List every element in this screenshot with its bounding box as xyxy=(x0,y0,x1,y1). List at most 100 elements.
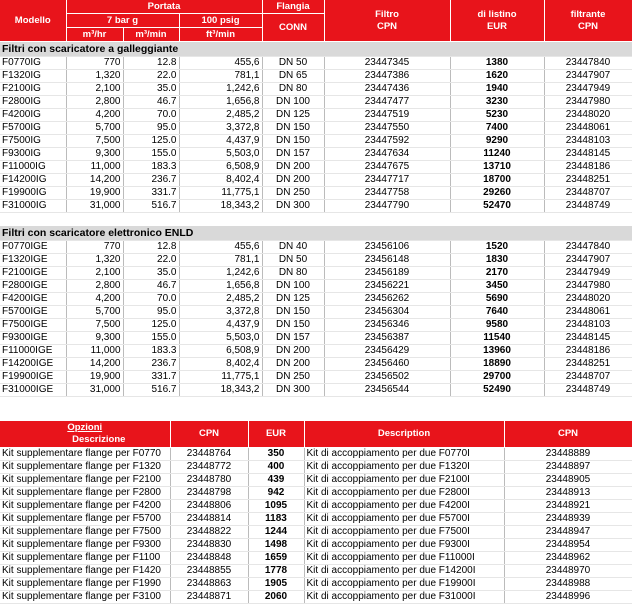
ft3min-cell: 4,437,9 xyxy=(179,134,263,148)
table-row: Kit supplementare flange per F2800 234487… xyxy=(0,486,632,500)
element-cpn-cell: 23448145 xyxy=(544,331,632,345)
model-cell: F5700IG xyxy=(0,121,67,135)
option-cpn-cell: 23448814 xyxy=(170,512,249,526)
table-row: F9300IG 9,300 155.0 5,503,0 DN 157 23447634 11… xyxy=(0,147,632,161)
table-row: Kit supplementare flange per F3100 234488… xyxy=(0,590,632,604)
ft3min-cell: 11,775,1 xyxy=(179,370,263,384)
descrizione-label: Descrizione xyxy=(72,434,126,445)
options-rows: Kit supplementare flange per F0770 234487… xyxy=(0,447,632,604)
m3hr-cell: 31,000 xyxy=(66,383,124,397)
option-cpn2-cell: 23448939 xyxy=(504,512,632,526)
model-cell: F19900IG xyxy=(0,186,67,200)
option-desc-cell: Kit supplementare flange per F0770 xyxy=(0,447,171,461)
col-modello: Modello xyxy=(0,0,67,42)
price-cell: 2170 xyxy=(450,266,545,280)
table-row: F14200IGE 14,200 236.7 8,402,4 DN 200 2345646… xyxy=(0,357,632,371)
option-description-cell: Kit di accoppiamento per due F5700I xyxy=(304,512,505,526)
col-portata: Portata xyxy=(66,0,263,14)
filter-cpn-cell: 23456502 xyxy=(324,370,451,384)
table-row: Kit supplementare flange per F4200 234488… xyxy=(0,499,632,513)
model-cell: F2800IG xyxy=(0,95,67,109)
price-cell: 5690 xyxy=(450,292,545,306)
m3hr-cell: 4,200 xyxy=(66,292,124,306)
price-cell: 1520 xyxy=(450,240,545,254)
table-row: F9300IGE 9,300 155.0 5,503,0 DN 157 23456387 1… xyxy=(0,331,632,345)
element-cpn-cell: 23448061 xyxy=(544,305,632,319)
option-cpn2-cell: 23448913 xyxy=(504,486,632,500)
flange-cell: DN 50 xyxy=(262,253,325,267)
price-cell: 5230 xyxy=(450,108,545,122)
option-desc-cell: Kit supplementare flange per F9300 xyxy=(0,538,171,552)
m3hr-cell: 7,500 xyxy=(66,134,124,148)
flange-cell: DN 150 xyxy=(262,121,325,135)
flange-cell: DN 150 xyxy=(262,134,325,148)
m3min-cell: 516.7 xyxy=(123,199,180,213)
table-row: Kit supplementare flange per F1320 234487… xyxy=(0,460,632,474)
flange-cell: DN 200 xyxy=(262,344,325,358)
flange-cell: DN 100 xyxy=(262,95,325,109)
option-cpn-cell: 23448822 xyxy=(170,525,249,539)
m3min-cell: 331.7 xyxy=(123,186,180,200)
option-eur-cell: 1183 xyxy=(248,512,305,526)
model-cell: F11000IG xyxy=(0,160,67,174)
flange-cell: DN 250 xyxy=(262,370,325,384)
m3hr-cell: 2,800 xyxy=(66,95,124,109)
filter-cpn-cell: 23456262 xyxy=(324,292,451,306)
filter-cpn-cell: 23447519 xyxy=(324,108,451,122)
m3min-cell: 125.0 xyxy=(123,318,180,332)
col-listino: di listino EUR xyxy=(450,0,545,42)
model-cell: F4200IGE xyxy=(0,292,67,306)
option-desc-cell: Kit supplementare flange per F1320 xyxy=(0,460,171,474)
filter-cpn-cell: 23447477 xyxy=(324,95,451,109)
option-cpn2-cell: 23448905 xyxy=(504,473,632,487)
option-desc-cell: Kit supplementare flange per F5700 xyxy=(0,512,171,526)
price-cell: 29700 xyxy=(450,370,545,384)
table-row: F5700IGE 5,700 95.0 3,372,8 DN 150 23456304 76… xyxy=(0,305,632,319)
filter-cpn-cell: 23456460 xyxy=(324,357,451,371)
option-eur-cell: 1905 xyxy=(248,577,305,591)
m3hr-cell: 11,000 xyxy=(66,160,124,174)
m3min-cell: 183.3 xyxy=(123,160,180,174)
model-cell: F0770IGE xyxy=(0,240,67,254)
option-desc-cell: Kit supplementare flange per F1990 xyxy=(0,577,171,591)
m3hr-cell: 11,000 xyxy=(66,344,124,358)
model-cell: F2100IGE xyxy=(0,266,67,280)
filter-cpn-cell: 23456106 xyxy=(324,240,451,254)
table-row: F2800IGE 2,800 46.7 1,656,8 DN 100 23456221 34… xyxy=(0,279,632,293)
filter-cpn-cell: 23447675 xyxy=(324,160,451,174)
m3min-cell: 22.0 xyxy=(123,253,180,267)
filter-cpn-cell: 23456221 xyxy=(324,279,451,293)
ft3min-cell: 455,6 xyxy=(179,240,263,254)
ft3min-cell: 6,508,9 xyxy=(179,160,263,174)
table-row: F2100IG 2,100 35.0 1,242,6 DN 80 23447436 1940… xyxy=(0,82,632,96)
table-row: F19900IG 19,900 331.7 11,775,1 DN 250 2344775… xyxy=(0,186,632,200)
m3hr-cell: 7,500 xyxy=(66,318,124,332)
ft3min-cell: 1,242,6 xyxy=(179,266,263,280)
m3hr-cell: 2,100 xyxy=(66,82,124,96)
flange-cell: DN 300 xyxy=(262,199,325,213)
ft3min-cell: 3,372,8 xyxy=(179,305,263,319)
model-cell: F5700IGE xyxy=(0,305,67,319)
option-cpn2-cell: 23448947 xyxy=(504,525,632,539)
m3min-cell: 12.8 xyxy=(123,240,180,254)
ft3min-cell: 1,656,8 xyxy=(179,95,263,109)
m3min-cell: 46.7 xyxy=(123,95,180,109)
element-cpn-cell: 23448186 xyxy=(544,344,632,358)
section-galleggiante-rows: F0770IG 770 12.8 455,6 DN 50 23447345 1380 2344… xyxy=(0,56,632,213)
element-cpn-cell: 23448020 xyxy=(544,108,632,122)
filter-cpn-cell: 23456304 xyxy=(324,305,451,319)
option-description-cell: Kit di accoppiamento per due F4200I xyxy=(304,499,505,513)
option-desc-cell: Kit supplementare flange per F7500 xyxy=(0,525,171,539)
price-cell: 11540 xyxy=(450,331,545,345)
table-row: F7500IG 7,500 125.0 4,437,9 DN 150 23447592 92… xyxy=(0,134,632,148)
filter-cpn-cell: 23447345 xyxy=(324,56,451,70)
filter-cpn-cell: 23456429 xyxy=(324,344,451,358)
section-title-galleggiante: Filtri con scaricatore a galleggiante xyxy=(0,41,632,57)
element-cpn-cell: 23447980 xyxy=(544,95,632,109)
table-row: Kit supplementare flange per F1100 234488… xyxy=(0,551,632,565)
option-eur-cell: 1659 xyxy=(248,551,305,565)
options-table: Opzioni Descrizione CPN EUR Description … xyxy=(0,421,632,604)
m3hr-cell: 5,700 xyxy=(66,305,124,319)
filter-cpn-cell: 23447758 xyxy=(324,186,451,200)
option-desc-cell: Kit supplementare flange per F3100 xyxy=(0,590,171,604)
